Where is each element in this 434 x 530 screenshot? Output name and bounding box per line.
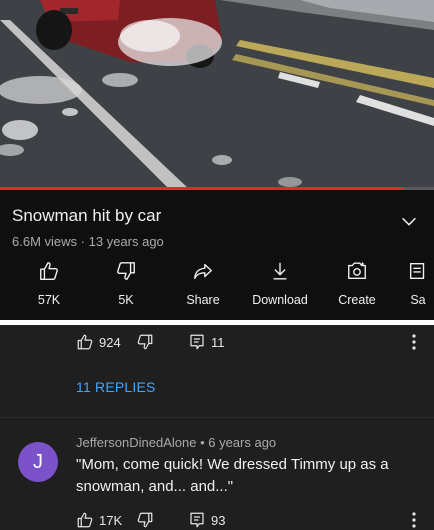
- video-metadata: Snowman hit by car 6.6M views · 13 years…: [0, 190, 434, 320]
- like-button[interactable]: 57K: [14, 260, 84, 307]
- view-count: 6.6M views: [12, 234, 78, 249]
- comment-reply-count: 93: [211, 512, 226, 528]
- thumb-up-icon: [77, 334, 93, 350]
- video-stats: 6.6M views · 13 years ago: [12, 234, 164, 249]
- avatar[interactable]: J: [18, 442, 58, 482]
- upload-age: 13 years ago: [88, 234, 164, 249]
- comment-text: "Mom, come quick! We dressed Timmy up as…: [76, 456, 389, 495]
- comments-section: 924 11 11 REPLIES J JeffersonDinedAlone …: [0, 325, 434, 530]
- comment-reply-button[interactable]: 11: [188, 330, 225, 354]
- chevron-down-icon[interactable]: [398, 210, 420, 232]
- dislike-button[interactable]: 5K: [91, 260, 161, 307]
- video-title[interactable]: Snowman hit by car: [12, 206, 161, 226]
- comment-dislike-button[interactable]: [136, 330, 154, 354]
- share-label: Share: [186, 293, 220, 307]
- reply-icon: [190, 512, 204, 528]
- more-options-icon[interactable]: [410, 511, 418, 529]
- share-icon: [194, 263, 212, 280]
- comment-reply-count: 11: [211, 334, 225, 350]
- comment-like-count: 17K: [99, 512, 123, 528]
- video-frame-image: [0, 0, 434, 190]
- download-icon: [273, 262, 287, 280]
- more-options-icon[interactable]: [410, 333, 418, 351]
- stats-separator: ·: [80, 234, 85, 249]
- share-button[interactable]: Share: [168, 260, 238, 307]
- create-label: Create: [338, 293, 376, 307]
- thumb-up-icon: [40, 262, 58, 280]
- video-player[interactable]: [0, 0, 434, 190]
- create-button[interactable]: Create: [322, 260, 392, 307]
- action-bar: 57K 5K Share Download Create Sa: [0, 260, 434, 315]
- thumb-down-icon: [117, 262, 135, 280]
- thumb-up-icon: [77, 512, 93, 528]
- reply-icon: [190, 334, 204, 350]
- comment-separator: [0, 417, 434, 418]
- create-icon: [348, 261, 366, 280]
- comment-like-button[interactable]: 924: [76, 330, 121, 354]
- view-replies-link[interactable]: 11 REPLIES: [76, 379, 156, 395]
- comment-reply-button[interactable]: 93: [188, 508, 225, 530]
- comment-dislike-button[interactable]: [136, 508, 154, 530]
- download-label: Download: [252, 293, 308, 307]
- dislike-count: 5K: [118, 293, 134, 307]
- thumb-down-icon: [137, 512, 153, 528]
- comment-like-button[interactable]: 17K: [76, 508, 122, 530]
- download-button[interactable]: Download: [245, 260, 315, 307]
- thumb-down-icon: [137, 334, 153, 350]
- save-icon: [409, 262, 425, 280]
- comment-author[interactable]: JeffersonDinedAlone • 6 years ago: [76, 435, 276, 450]
- like-count: 57K: [37, 293, 61, 307]
- comment-like-count: 924: [99, 334, 121, 350]
- save-button[interactable]: Sa: [388, 260, 434, 307]
- avatar-letter: J: [33, 450, 43, 473]
- save-label: Sa: [410, 293, 426, 307]
